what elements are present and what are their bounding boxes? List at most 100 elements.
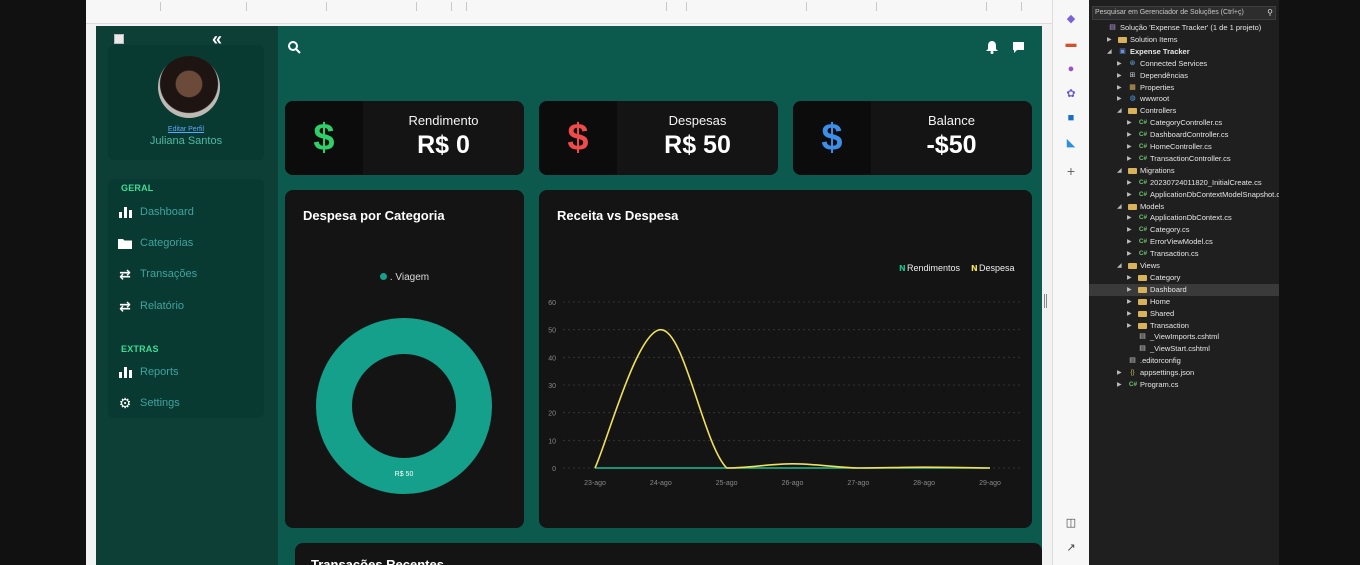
search-icon[interactable] xyxy=(288,41,301,59)
y-tick-label: 30 xyxy=(548,383,556,390)
solution-search-input[interactable]: Pesquisar em Gerenciador de Soluções (Ct… xyxy=(1092,6,1276,20)
tree-item[interactable]: ▶ C# Transaction.cs xyxy=(1089,248,1279,260)
copilot-icon[interactable]: ◆ xyxy=(1063,11,1079,27)
expand-icon[interactable]: ▶ xyxy=(1127,177,1132,189)
nav-item-categorias[interactable]: Categorias xyxy=(118,232,258,254)
tree-item[interactable]: ▶ ⊞ Dependências xyxy=(1089,70,1279,82)
tree-item[interactable]: ▶ C# ApplicationDbContext.cs xyxy=(1089,212,1279,224)
tree-item-label: Program.cs xyxy=(1140,380,1179,389)
tree-item-label: _ViewImports.cshtml xyxy=(1150,332,1220,342)
panel-splitter-handle[interactable] xyxy=(1044,294,1047,308)
expand-icon[interactable]: ▶ xyxy=(1117,367,1122,379)
json-icon: {} xyxy=(1130,370,1135,377)
nav-item-reports[interactable]: Reports xyxy=(118,361,258,383)
tree-item[interactable]: ▶ {} appsettings.json xyxy=(1089,367,1279,379)
add-icon[interactable]: + xyxy=(1063,163,1079,179)
line-chart-card: Receita vs Despesa 0 10 20 30 40 50 60 23-ago 24… xyxy=(539,190,1032,528)
tree-item[interactable]: ▶ C# 20230724011820_InitialCreate.cs xyxy=(1089,177,1279,189)
tree-item[interactable]: ◢ ▣ Expense Tracker xyxy=(1089,46,1279,58)
legend-label[interactable]: Despesa xyxy=(979,263,1015,273)
expand-icon[interactable]: ▶ xyxy=(1127,117,1132,129)
expand-icon[interactable]: ▶ xyxy=(1117,379,1122,391)
expand-icon[interactable]: ▶ xyxy=(1127,153,1132,165)
chat-icon[interactable] xyxy=(1012,41,1025,59)
tree-item-label: Category xyxy=(1150,272,1181,282)
bell-icon[interactable] xyxy=(986,41,998,59)
nav-item-relatorio[interactable]: ⇄ Relatório xyxy=(118,295,258,317)
tree-item[interactable]: ▶ Category xyxy=(1089,272,1279,284)
tree-item-label: ErrorViewModel.cs xyxy=(1150,237,1213,247)
nav-item-transacoes[interactable]: ⇄ Transações xyxy=(118,263,258,285)
expand-icon[interactable]: ▶ xyxy=(1127,284,1132,296)
tree-item[interactable]: ▶ ▦ Properties xyxy=(1089,82,1279,94)
tree-item[interactable]: ◢ Views xyxy=(1089,260,1279,272)
collapse-icon[interactable]: ◢ xyxy=(1117,165,1122,177)
azure-icon[interactable]: ◣ xyxy=(1063,135,1079,151)
tree-item-label: Migrations xyxy=(1140,165,1175,175)
expand-icon[interactable]: ▶ xyxy=(1107,34,1112,46)
tree-item[interactable]: ▶ C# DashboardController.cs xyxy=(1089,129,1279,141)
collapse-icon[interactable]: ◢ xyxy=(1117,260,1122,272)
donut-slice-viagem[interactable] xyxy=(316,318,492,494)
tree-item[interactable]: ▶ C# Category.cs xyxy=(1089,224,1279,236)
expand-icon[interactable]: ▶ xyxy=(1127,320,1132,332)
tree-item[interactable]: ◢ Migrations xyxy=(1089,165,1279,177)
expand-icon[interactable]: ▶ xyxy=(1127,189,1132,201)
extensions-icon[interactable]: ✿ xyxy=(1063,86,1079,102)
tree-item[interactable]: ▤ Solução 'Expense Tracker' (1 de 1 proje… xyxy=(1089,22,1279,34)
tree-item[interactable]: ▶ Solution Items xyxy=(1089,34,1279,46)
tree-item[interactable]: ◢ Controllers xyxy=(1089,105,1279,117)
nav-item-label: Categorias xyxy=(140,237,194,249)
nav-item-settings[interactable]: ⚙ Settings xyxy=(118,392,258,414)
split-view-icon[interactable]: ◫ xyxy=(1063,515,1079,531)
tree-item[interactable]: ▶ Home xyxy=(1089,296,1279,308)
tree-item[interactable]: ▤ _ViewImports.cshtml xyxy=(1089,331,1279,343)
expand-icon[interactable]: ▶ xyxy=(1127,308,1132,320)
nav-menu: GERAL Dashboard Categorias ⇄ Transações … xyxy=(108,179,264,418)
expand-icon[interactable]: ▶ xyxy=(1117,93,1122,105)
tree-item[interactable]: ▶ Transaction xyxy=(1089,320,1279,332)
collapse-icon[interactable]: ◢ xyxy=(1117,201,1122,213)
expand-icon[interactable]: ▶ xyxy=(1117,70,1122,82)
tree-item[interactable]: ▤ .editorconfig xyxy=(1089,355,1279,367)
tree-item-label: Transaction xyxy=(1150,320,1189,330)
outlook-icon[interactable]: ■ xyxy=(1063,110,1079,126)
tree-item[interactable]: ▶ C# ApplicationDbContextModelSnapshot.c xyxy=(1089,189,1279,201)
y-tick-label: 20 xyxy=(548,411,556,418)
tree-item[interactable]: ▶ C# HomeController.cs xyxy=(1089,141,1279,153)
expand-icon[interactable]: ▶ xyxy=(1127,224,1132,236)
expand-icon[interactable]: ▶ xyxy=(1117,58,1122,70)
tree-item[interactable]: ▶ Dashboard xyxy=(1089,283,1279,296)
expand-icon[interactable]: ▶ xyxy=(1117,82,1122,94)
legend-swatch: N xyxy=(971,264,978,273)
expand-icon[interactable]: ▶ xyxy=(1127,272,1132,284)
legend-label[interactable]: Rendimentos xyxy=(907,263,961,273)
tree-item[interactable]: ◢ Models xyxy=(1089,201,1279,213)
profile-card: Editar Perfil Juliana Santos xyxy=(108,45,264,160)
edit-profile-link[interactable]: Editar Perfil xyxy=(108,126,264,133)
stat-card-despesas: $ Despesas R$ 50 xyxy=(539,101,778,175)
expand-icon[interactable]: ▶ xyxy=(1127,129,1132,141)
tree-item[interactable]: ▶ C# CategoryController.cs xyxy=(1089,117,1279,129)
nav-item-dashboard[interactable]: Dashboard xyxy=(118,201,258,223)
tree-item-label: Views xyxy=(1140,261,1160,270)
team-explorer-icon[interactable]: ● xyxy=(1063,61,1079,77)
tree-item[interactable]: ▶ Shared xyxy=(1089,308,1279,320)
expand-icon[interactable]: ▶ xyxy=(1127,248,1132,260)
expand-icon[interactable]: ▶ xyxy=(1127,212,1132,224)
tree-item[interactable]: ▶ C# Program.cs xyxy=(1089,379,1279,391)
collapse-icon[interactable]: ◢ xyxy=(1107,46,1112,58)
toolbox-icon[interactable]: ▬ xyxy=(1063,36,1079,52)
donut-legend[interactable]: . Viagem xyxy=(285,272,524,283)
tree-item[interactable]: ▶ C# ErrorViewModel.cs xyxy=(1089,236,1279,248)
expand-icon[interactable]: ▶ xyxy=(1127,296,1132,308)
tree-item[interactable]: ▤ _ViewStart.cshtml xyxy=(1089,343,1279,355)
series-line-despesa[interactable] xyxy=(594,328,991,469)
collapse-icon[interactable]: ◢ xyxy=(1117,105,1122,117)
tree-item[interactable]: ▶ ◍ wwwroot xyxy=(1089,93,1279,105)
open-external-icon[interactable]: ↗ xyxy=(1063,540,1079,556)
tree-item[interactable]: ▶ C# TransactionController.cs xyxy=(1089,153,1279,165)
tree-item[interactable]: ▶ ⊛ Connected Services xyxy=(1089,58,1279,70)
expand-icon[interactable]: ▶ xyxy=(1127,236,1132,248)
expand-icon[interactable]: ▶ xyxy=(1127,141,1132,153)
